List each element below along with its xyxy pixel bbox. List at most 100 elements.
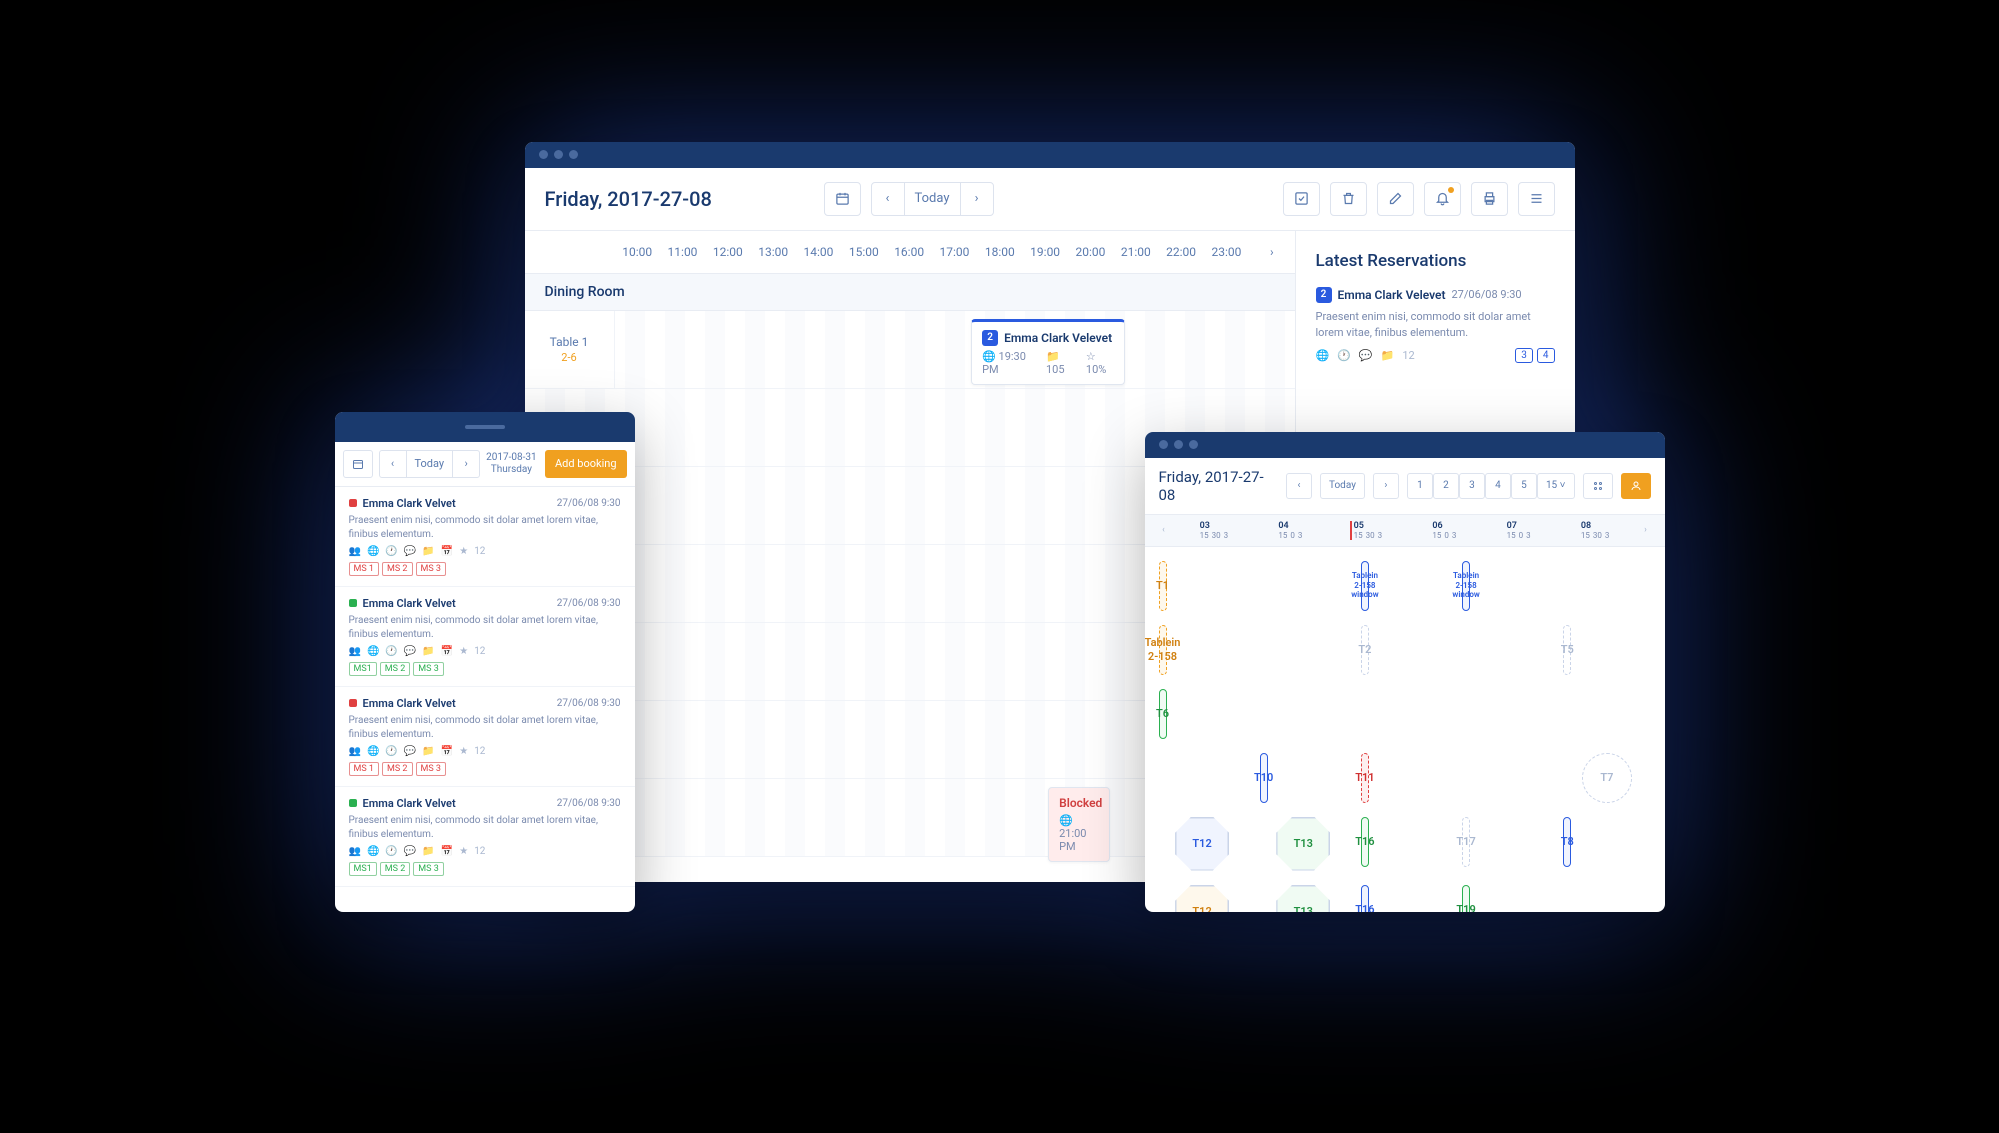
time-col: 17:00 (932, 231, 977, 273)
table-t19[interactable]: T19 (1462, 885, 1470, 912)
fl-today[interactable]: Today (1320, 473, 1365, 499)
mobile-item[interactable]: Emma Clark Velvet27/06/08 9:30Praesent e… (335, 487, 635, 587)
view-grid-button[interactable] (1583, 473, 1613, 499)
edit-button[interactable] (1377, 182, 1414, 216)
floor-hour: 061503 (1429, 521, 1459, 540)
res-tag: 4 (1537, 348, 1555, 363)
grid-icon (1592, 480, 1604, 492)
row-label: Table 12-6 (525, 311, 615, 388)
bell-icon (1435, 191, 1450, 206)
page-button[interactable]: 2 (1433, 473, 1459, 499)
table-t6[interactable]: T6 (1159, 689, 1167, 739)
reservation-item[interactable]: 2 Emma Clark Velevet 27/06/08 9:30 Praesen… (1316, 287, 1555, 363)
res-icons: 🌐🕐💬📁12 34 (1316, 348, 1555, 363)
check-button[interactable] (1283, 182, 1320, 216)
table-t10[interactable]: T10 (1260, 753, 1268, 803)
table-t13[interactable]: T13 (1276, 817, 1330, 871)
table-t2[interactable]: T2 (1361, 625, 1369, 675)
table-tablein-2-158-window[interactable]: Tablein 2-158 window (1462, 561, 1470, 611)
titlebar (1145, 432, 1665, 458)
table-t8[interactable]: T8 (1563, 817, 1571, 867)
table-tablein-2-158-window[interactable]: Tablein 2-158 window (1361, 561, 1369, 611)
print-icon (1482, 191, 1497, 206)
res-date: 27/06/08 9:30 (1452, 288, 1522, 301)
user-icon (1630, 480, 1642, 492)
trash-icon (1341, 191, 1356, 206)
fl-next[interactable]: › (1373, 473, 1399, 499)
floor-hour: 0315303 (1197, 521, 1232, 540)
notify-button[interactable] (1424, 182, 1461, 216)
print-button[interactable] (1471, 182, 1508, 216)
table-t11[interactable]: T11 (1361, 753, 1369, 803)
time-next[interactable]: › (1637, 525, 1655, 535)
mobile-item[interactable]: Emma Clark Velvet27/06/08 9:30Praesent e… (335, 587, 635, 687)
delete-button[interactable] (1330, 182, 1367, 216)
time-col: 18:00 (977, 231, 1022, 273)
time-prev[interactable]: ‹ (1155, 525, 1173, 535)
next-button[interactable]: › (960, 182, 994, 216)
folder-icon: 📁 (1381, 349, 1395, 362)
time-col: 15:00 (841, 231, 886, 273)
table-t17[interactable]: T17 (1462, 817, 1470, 867)
table-t13[interactable]: T13 (1276, 885, 1330, 912)
prev-button[interactable]: ‹ (871, 182, 905, 216)
mobile-date: 2017-08-31Thursday (486, 452, 537, 476)
calendar-button[interactable] (824, 182, 861, 216)
scroll-right[interactable]: › (1249, 231, 1294, 273)
calendar-icon (835, 191, 850, 206)
booking-card[interactable]: 2Emma Clark Velevet🌐 19:30 PM📁 105☆ 10% (971, 319, 1125, 385)
page-button[interactable]: 15 ˅ (1537, 473, 1575, 499)
table-t16[interactable]: T16 (1361, 885, 1369, 912)
time-col: 22:00 (1158, 231, 1203, 273)
mobile-window: ‹ Today › 2017-08-31Thursday Add booking… (335, 412, 635, 912)
mob-calendar-button[interactable] (343, 450, 373, 478)
table-t7[interactable]: T7 (1582, 753, 1632, 803)
table-t16[interactable]: T16 (1361, 817, 1369, 867)
titlebar (525, 142, 1575, 168)
fl-prev[interactable]: ‹ (1286, 473, 1312, 499)
mobile-list[interactable]: Emma Clark Velvet27/06/08 9:30Praesent e… (335, 487, 635, 912)
mobile-header: ‹ Today › 2017-08-31Thursday Add booking (335, 442, 635, 487)
mob-prev[interactable]: ‹ (379, 450, 407, 478)
today-button[interactable]: Today (904, 182, 961, 216)
calendar-icon (352, 458, 364, 470)
mob-next[interactable]: › (452, 450, 480, 478)
floor-hour: 0815303 (1578, 521, 1613, 540)
floor-time-ruler: ‹ 03153030415030515303061503071503081530… (1145, 515, 1665, 547)
date-title: Friday, 2017-27-08 (545, 187, 814, 211)
edit-icon (1388, 191, 1403, 206)
guest-name: Emma Clark Velevet (1338, 288, 1446, 302)
time-col: 12:00 (705, 231, 750, 273)
table-t12[interactable]: T12 (1175, 817, 1229, 871)
page-button[interactable]: 4 (1485, 473, 1511, 499)
page-button[interactable]: 5 (1511, 473, 1537, 499)
table-t5[interactable]: T5 (1563, 625, 1571, 675)
time-col: 10:00 (615, 231, 660, 273)
mobile-item[interactable]: Emma Clark Velvet27/06/08 9:30Praesent e… (335, 687, 635, 787)
table-t12[interactable]: T12 (1175, 885, 1229, 912)
time-col: 21:00 (1113, 231, 1158, 273)
globe-icon: 🌐 (1316, 349, 1330, 362)
floor-body: T1 Tablein 2-158 window Tablein 2-158 wind… (1145, 547, 1665, 912)
blocked-card[interactable]: Blocked🌐 21:00 PM (1048, 787, 1110, 862)
page-button[interactable]: 3 (1459, 473, 1485, 499)
chat-icon: 💬 (1359, 349, 1373, 362)
clock-icon: 🕐 (1337, 349, 1351, 362)
table-t1[interactable]: T1 (1159, 561, 1167, 611)
floor-window: Friday, 2017-27-08 ‹ Today › 1234515 ˅ ‹… (1145, 432, 1665, 912)
floor-header: Friday, 2017-27-08 ‹ Today › 1234515 ˅ (1145, 458, 1665, 515)
list-icon (1529, 191, 1544, 206)
time-col: 19:00 (1022, 231, 1067, 273)
mob-today[interactable]: Today (406, 450, 454, 478)
mobile-item[interactable]: Emma Clark Velvet27/06/08 9:30Praesent e… (335, 787, 635, 887)
sidebar-title: Latest Reservations (1316, 251, 1555, 271)
table-tablein-2-158[interactable]: Tablein 2-158 (1159, 625, 1167, 675)
add-booking-button[interactable]: Add booking (545, 450, 627, 478)
timeline-row: Table 12-6 2Emma Clark Velevet🌐 19:30 PM📁… (525, 311, 1295, 389)
page-button[interactable]: 1 (1407, 473, 1433, 499)
time-col: 14:00 (796, 231, 841, 273)
list-button[interactable] (1518, 182, 1555, 216)
view-floor-button[interactable] (1621, 473, 1651, 499)
res-text: Praesent enim nisi, commodo sit dolar am… (1316, 309, 1555, 342)
guest-badge: 2 (1316, 287, 1332, 303)
